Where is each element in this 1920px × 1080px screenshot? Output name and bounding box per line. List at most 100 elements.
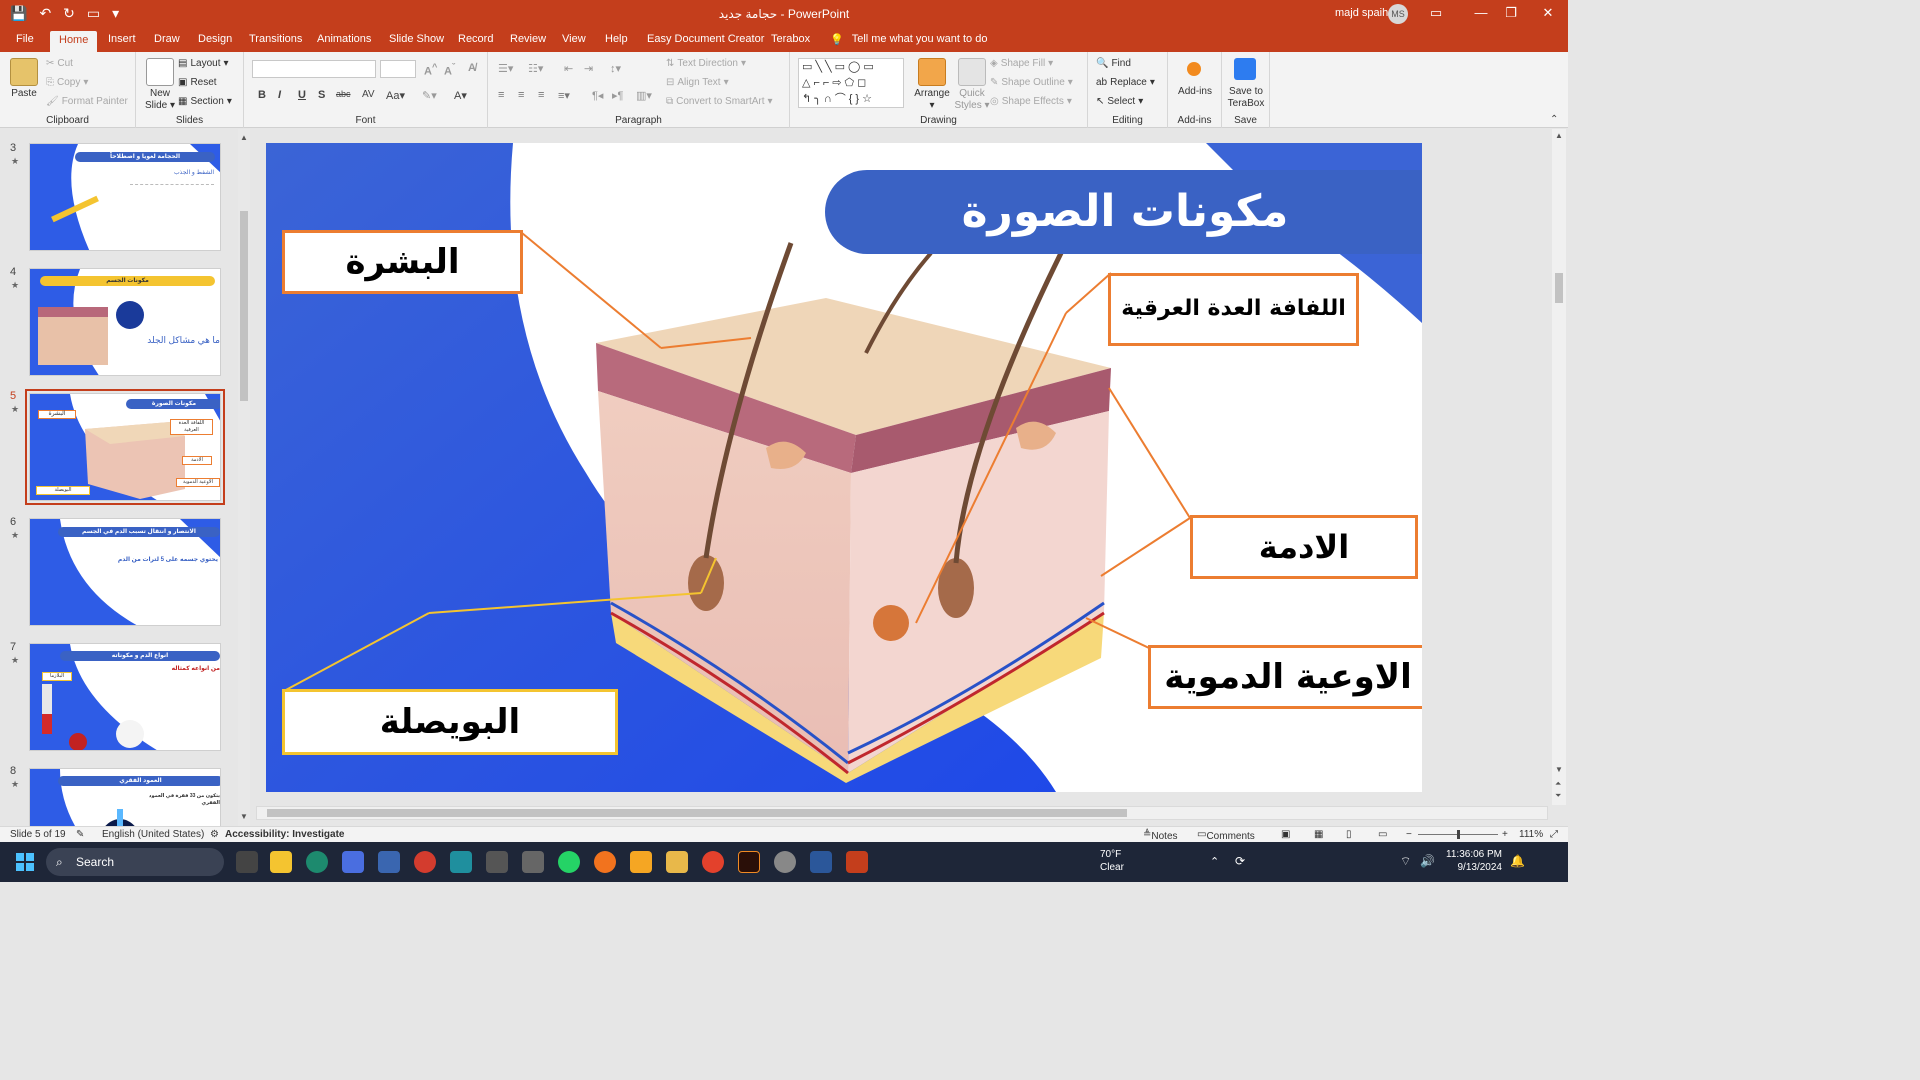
next-slide-icon[interactable]: ⏷ [1555, 791, 1561, 801]
close-button[interactable]: ✕ [1533, 5, 1563, 21]
tab-slide-show[interactable]: Slide Show [389, 33, 444, 45]
previous-slide-icon[interactable]: ⏶ [1555, 779, 1561, 789]
app-icon[interactable] [450, 851, 472, 873]
maximize-button[interactable]: ❐ [1496, 5, 1526, 21]
word-icon[interactable] [810, 851, 832, 873]
paste-button[interactable]: Paste [6, 88, 42, 100]
chrome-icon[interactable] [702, 851, 724, 873]
increase-indent-icon[interactable]: ⇥ [584, 62, 593, 75]
columns-icon[interactable]: ▥▾ [636, 89, 652, 102]
align-right-icon[interactable]: ≡ [538, 89, 544, 101]
label-follicle[interactable]: البويصلة [282, 689, 618, 755]
minimize-button[interactable]: — [1466, 5, 1496, 20]
powerpoint-icon[interactable] [846, 851, 868, 873]
tray-chevron-icon[interactable]: ⌃ [1210, 855, 1219, 868]
settings-icon[interactable] [774, 851, 796, 873]
tab-help[interactable]: Help [605, 33, 628, 45]
zoom-slider-thumb[interactable] [1457, 830, 1460, 839]
tray-app-icon[interactable]: ⟳ [1235, 854, 1245, 868]
shape-effects-button[interactable]: ◎ Shape Effects ▾ [990, 96, 1072, 107]
thumbnail-scrollbar[interactable]: ▲ ▼ [238, 129, 250, 826]
increase-font-icon[interactable]: A^ [424, 62, 437, 78]
tab-design[interactable]: Design [198, 33, 232, 45]
highlight-icon[interactable]: ✎▾ [422, 89, 437, 102]
label-blood-vessels[interactable]: الاوعية الدموية [1148, 645, 1422, 709]
tab-draw[interactable]: Draw [154, 33, 180, 45]
slide-thumbnail-6[interactable]: الانتصار و انتقال تسبب الدم في الجسم يحت… [29, 518, 221, 626]
wifi-icon[interactable]: ⌔ [1400, 854, 1411, 869]
addins-button[interactable]: Add-ins [1170, 86, 1220, 98]
tab-insert[interactable]: Insert [108, 33, 136, 45]
line-spacing-icon[interactable]: ↕▾ [610, 62, 621, 75]
taskbar-search[interactable]: ⌕ Search [46, 848, 224, 876]
convert-smartart-button[interactable]: ⧉ Convert to SmartArt ▾ [666, 96, 773, 107]
app-icon[interactable] [486, 851, 508, 873]
tell-me-search[interactable]: 💡 Tell me what you want to do [830, 33, 987, 46]
align-center-icon[interactable]: ≡ [518, 89, 524, 101]
rtl-icon[interactable]: ¶◂ [592, 89, 603, 102]
arrange-button[interactable]: Arrange ▾ [910, 88, 954, 112]
slide-thumbnail-7[interactable]: انواع الدم و مكوناته من انواعه كمثاله ال… [29, 643, 221, 751]
spelling-icon[interactable]: ✎ [76, 829, 84, 840]
slideshow-view-icon[interactable]: ▭ [1378, 829, 1387, 840]
cut-button[interactable]: ✂ Cut [46, 58, 73, 69]
shape-outline-button[interactable]: ✎ Shape Outline ▾ [990, 77, 1073, 88]
tab-terabox[interactable]: Terabox [771, 33, 810, 45]
replace-button[interactable]: ab Replace ▾ [1096, 77, 1155, 88]
edge-icon[interactable] [306, 851, 328, 873]
bold-icon[interactable]: B [258, 89, 266, 101]
reset-button[interactable]: ▣ Reset [178, 77, 217, 88]
tab-view[interactable]: View [562, 33, 586, 45]
terabox-icon[interactable] [1234, 58, 1256, 80]
notes-button[interactable]: ≜ Notes [1143, 829, 1178, 842]
file-explorer-icon[interactable] [270, 851, 292, 873]
accessibility-status[interactable]: Accessibility: Investigate [225, 829, 345, 840]
normal-view-icon[interactable]: ▣ [1281, 829, 1290, 840]
decrease-font-icon[interactable]: Aˇ [444, 62, 455, 78]
zoom-in-icon[interactable]: + [1502, 829, 1508, 840]
label-sweat-gland[interactable]: اللفافة العدة العرقية [1108, 273, 1359, 346]
notifications-icon[interactable]: 🔔 [1510, 854, 1525, 868]
collapse-ribbon-icon[interactable]: ⌃ [1550, 114, 1558, 125]
app-icon[interactable] [630, 851, 652, 873]
zoom-out-icon[interactable]: − [1406, 829, 1412, 840]
scroll-down-icon[interactable]: ▼ [240, 812, 248, 821]
strikethrough-icon[interactable]: abc [336, 89, 351, 99]
task-view-icon[interactable] [236, 851, 258, 873]
slide-thumbnail-4[interactable]: مكونات الجسم ما هي مشاكل الجلد [29, 268, 221, 376]
vertical-scroll-thumb[interactable] [1555, 273, 1563, 303]
avatar[interactable]: MS [1388, 4, 1408, 24]
windows-start-icon[interactable] [16, 853, 34, 871]
slide-thumbnail-8[interactable]: العمود الفقري يتكون من 33 فقرة في العمود… [29, 768, 221, 826]
layout-button[interactable]: ▤ Layout ▾ [178, 58, 229, 69]
comments-button[interactable]: ▭ Comments [1197, 829, 1255, 842]
app-icon[interactable] [414, 851, 436, 873]
app-icon[interactable] [522, 851, 544, 873]
ribbon-display-icon[interactable]: ▭ [1421, 5, 1451, 21]
app-icon[interactable] [378, 851, 400, 873]
shapes-gallery[interactable]: ▭╲╲▭◯▭ △⌐⌐⇨⬠◻ ↰╮∩⌒{}☆ [798, 58, 904, 108]
app-icon[interactable] [666, 851, 688, 873]
find-button[interactable]: 🔍 Find [1096, 58, 1131, 69]
align-text-button[interactable]: ⊟ Align Text ▾ [666, 77, 729, 88]
current-slide[interactable]: مكونات الصورة البشرة اللفافة العدة العرق… [266, 143, 1422, 792]
system-clock[interactable]: 11:36:06 PM 9/13/2024 [1440, 848, 1502, 874]
quick-styles-icon[interactable] [958, 58, 986, 86]
tab-review[interactable]: Review [510, 33, 546, 45]
copy-button[interactable]: ⎘ Copy ▾ [46, 77, 88, 88]
align-left-icon[interactable]: ≡ [498, 89, 504, 101]
tab-file[interactable]: File [16, 33, 34, 45]
shadow-icon[interactable]: S [318, 89, 325, 101]
firefox-icon[interactable] [594, 851, 616, 873]
fit-slide-icon[interactable]: ⤢ [1550, 829, 1558, 840]
user-name[interactable]: majd spaih [1335, 7, 1388, 19]
whatsapp-icon[interactable] [558, 851, 580, 873]
justify-icon[interactable]: ≡▾ [558, 89, 570, 102]
section-button[interactable]: ▦ Section ▾ [178, 96, 232, 107]
reading-view-icon[interactable]: ▯ [1346, 829, 1352, 840]
weather-widget[interactable]: 70°F Clear [1100, 848, 1124, 874]
text-direction-button[interactable]: ⇅ Text Direction ▾ [666, 58, 746, 69]
tab-animations[interactable]: Animations [317, 33, 371, 45]
numbering-icon[interactable]: ☷▾ [528, 62, 543, 75]
clear-formatting-icon[interactable]: A̸ [468, 62, 476, 74]
